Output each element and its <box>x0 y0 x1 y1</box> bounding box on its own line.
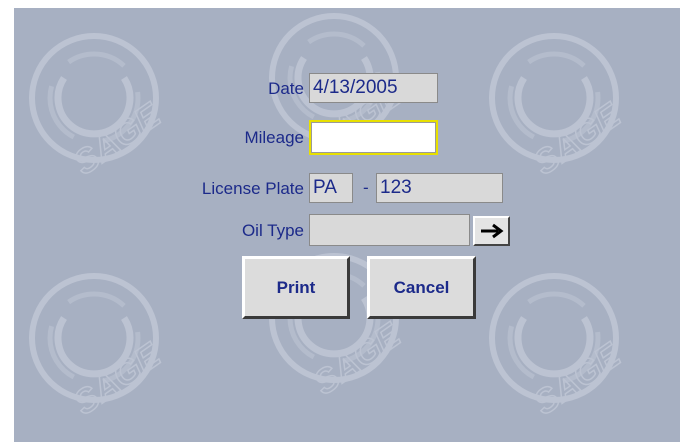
license-separator: - <box>363 178 369 197</box>
mileage-label: Mileage <box>244 128 304 147</box>
cancel-button[interactable]: Cancel <box>367 256 476 319</box>
form-screen: SAGE Date 4/13/2005 Mileage License Plat… <box>14 8 680 442</box>
print-button[interactable]: Print <box>242 256 350 319</box>
license-number-field[interactable]: 123 <box>376 173 503 203</box>
oil-type-select-button[interactable] <box>473 216 510 246</box>
license-plate-label: License Plate <box>201 179 304 198</box>
date-label: Date <box>268 79 304 98</box>
date-field[interactable]: 4/13/2005 <box>309 73 438 103</box>
oil-type-label: Oil Type <box>241 221 304 240</box>
license-state-field[interactable]: PA <box>309 173 353 203</box>
oil-type-field[interactable] <box>309 214 470 246</box>
mileage-input[interactable] <box>309 120 438 155</box>
right-arrow-icon <box>480 223 503 239</box>
